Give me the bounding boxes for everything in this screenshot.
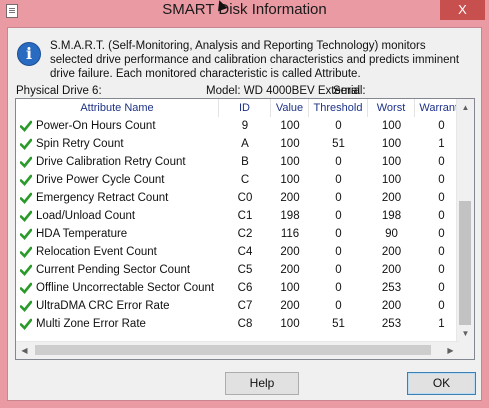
cell-threshold: 51 xyxy=(332,138,345,150)
cell-name: Multi Zone Error Rate xyxy=(36,318,146,330)
column-threshold[interactable]: Threshold xyxy=(309,99,368,117)
cell-threshold: 0 xyxy=(335,210,342,222)
smart-description: S.M.A.R.T. (Self-Monitoring, Analysis an… xyxy=(50,40,460,80)
table-row[interactable]: Current Pending Sector Count C5 200 0 200 0 xyxy=(16,261,464,279)
column-worst[interactable]: Worst xyxy=(368,99,415,117)
scroll-up-icon[interactable]: ▲ xyxy=(457,99,474,116)
table-row[interactable]: Multi Zone Error Rate C8 100 51 253 1 xyxy=(16,315,464,333)
table-row[interactable]: HDA Temperature C2 116 0 90 0 xyxy=(16,225,464,243)
cell-threshold: 0 xyxy=(335,282,342,294)
cell-threshold: 0 xyxy=(335,228,342,240)
column-id[interactable]: ID xyxy=(219,99,271,117)
cell-name: Power-On Hours Count xyxy=(36,120,156,132)
cell-value: 200 xyxy=(280,264,300,276)
scroll-left-icon[interactable]: ◀ xyxy=(16,342,33,359)
cell-id: C0 xyxy=(237,192,253,204)
cell-threshold: 0 xyxy=(335,174,342,186)
cell-id: C xyxy=(240,174,250,186)
scrollbar-corner xyxy=(457,342,474,359)
cell-worst: 90 xyxy=(385,228,398,240)
table-row[interactable]: Power-On Hours Count 9 100 0 100 0 xyxy=(16,117,464,135)
cell-worst: 198 xyxy=(381,210,402,222)
attribute-list[interactable]: Attribute Name ID Value Threshold Worst … xyxy=(15,98,475,360)
cell-worst: 100 xyxy=(381,174,402,186)
cell-threshold: 0 xyxy=(335,156,342,168)
cell-id: C5 xyxy=(237,264,253,276)
smart-disk-window: SMART Disk Information X i S.M.A.R.T. (S… xyxy=(0,0,489,408)
cell-id: 9 xyxy=(241,120,249,132)
cell-threshold: 0 xyxy=(335,300,342,312)
column-header: Attribute Name ID Value Threshold Worst … xyxy=(16,99,468,117)
serial-label: Serial: xyxy=(333,85,366,97)
horizontal-scrollbar[interactable]: ◀ ▶ xyxy=(16,341,459,359)
cell-id: B xyxy=(241,156,249,168)
cell-value: 200 xyxy=(280,192,300,204)
cell-worst: 200 xyxy=(381,192,402,204)
cell-name: Drive Power Cycle Count xyxy=(36,174,165,186)
cell-worst: 100 xyxy=(381,138,402,150)
cell-id: C1 xyxy=(237,210,253,222)
scroll-down-icon[interactable]: ▼ xyxy=(457,325,474,342)
cell-worst: 200 xyxy=(381,246,402,258)
cell-value: 100 xyxy=(280,174,300,186)
dialog-body: i S.M.A.R.T. (Self-Monitoring, Analysis … xyxy=(7,27,482,401)
cell-id: A xyxy=(241,138,249,150)
cell-worst: 253 xyxy=(381,318,402,330)
cell-name: Spin Retry Count xyxy=(36,138,124,150)
table-row[interactable]: Spin Retry Count A 100 51 100 1 xyxy=(16,135,464,153)
table-row[interactable]: Emergency Retract Count C0 200 0 200 0 xyxy=(16,189,464,207)
cell-name: Emergency Retract Count xyxy=(36,192,169,204)
info-icon: i xyxy=(17,42,41,66)
cell-value: 100 xyxy=(280,138,300,150)
cell-name: HDA Temperature xyxy=(36,228,128,240)
cell-id: C6 xyxy=(237,282,253,294)
cell-worst: 200 xyxy=(381,264,402,276)
cell-id: C8 xyxy=(237,318,253,330)
table-row[interactable]: Drive Calibration Retry Count B 100 0 100 0 xyxy=(16,153,464,171)
close-icon: X xyxy=(458,2,467,17)
ok-button[interactable]: OK xyxy=(407,372,476,395)
cell-threshold: 0 xyxy=(335,192,342,204)
cell-value: 100 xyxy=(280,318,300,330)
cell-name: Offline Uncorrectable Sector Count xyxy=(36,282,215,294)
vertical-scrollbar[interactable]: ▲ ▼ xyxy=(456,99,474,342)
cell-threshold: 0 xyxy=(335,264,342,276)
cell-id: C7 xyxy=(237,300,253,312)
cell-value: 100 xyxy=(280,156,300,168)
horizontal-scroll-thumb[interactable] xyxy=(35,345,431,355)
cell-threshold: 51 xyxy=(332,318,345,330)
column-value[interactable]: Value xyxy=(271,99,309,117)
vertical-scroll-thumb[interactable] xyxy=(459,201,471,325)
cell-name: Drive Calibration Retry Count xyxy=(36,156,186,168)
cell-id: C2 xyxy=(237,228,253,240)
cell-value: 100 xyxy=(280,282,300,294)
cell-value: 200 xyxy=(280,246,300,258)
table-row[interactable]: Offline Uncorrectable Sector Count C6 100 0… xyxy=(16,279,464,297)
cell-worst: 253 xyxy=(381,282,402,294)
cell-value: 198 xyxy=(280,210,300,222)
close-button[interactable]: X xyxy=(440,0,485,20)
cell-worst: 100 xyxy=(381,120,402,132)
table-row[interactable]: UltraDMA CRC Error Rate C7 200 0 200 0 xyxy=(16,297,464,315)
cell-name: Current Pending Sector Count xyxy=(36,264,191,276)
cell-threshold: 0 xyxy=(335,246,342,258)
cell-name: UltraDMA CRC Error Rate xyxy=(36,300,170,312)
cell-name: Relocation Event Count xyxy=(36,246,157,258)
table-row[interactable]: Relocation Event Count C4 200 0 200 0 xyxy=(16,243,464,261)
window-title: SMART Disk Information xyxy=(162,1,327,18)
cell-name: Load/Unload Count xyxy=(36,210,136,222)
cell-threshold: 0 xyxy=(335,120,342,132)
help-button[interactable]: Help xyxy=(225,372,299,395)
cell-worst: 100 xyxy=(381,156,402,168)
column-attribute-name[interactable]: Attribute Name xyxy=(16,99,219,117)
cell-worst: 200 xyxy=(381,300,402,312)
cell-id: C4 xyxy=(237,246,253,258)
physical-drive-label: Physical Drive 6: xyxy=(16,85,102,97)
cell-value: 116 xyxy=(280,228,300,240)
table-row[interactable]: Load/Unload Count C1 198 0 198 0 xyxy=(16,207,464,225)
table-row[interactable]: Drive Power Cycle Count C 100 0 100 0 xyxy=(16,171,464,189)
cell-value: 100 xyxy=(280,120,300,132)
cell-value: 200 xyxy=(280,300,300,312)
